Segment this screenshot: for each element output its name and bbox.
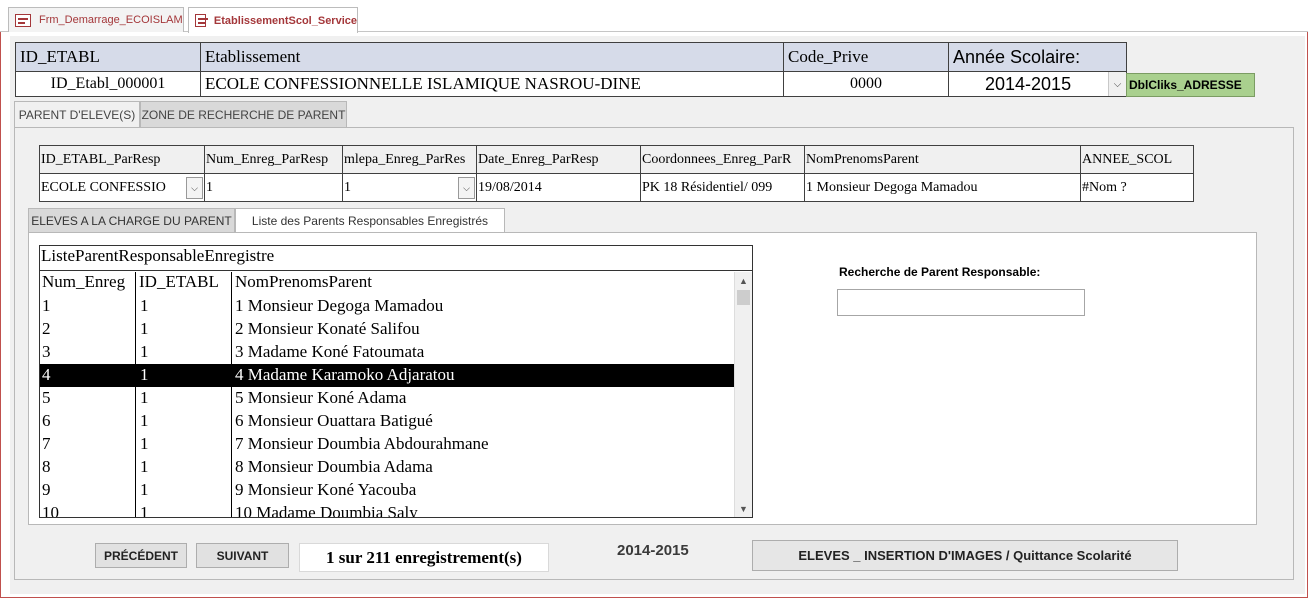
list-cell-name: 6 Monsieur Ouattara Batigué [235,411,433,430]
list-cell-name: 8 Monsieur Doumbia Adama [235,457,433,476]
list-cell-id: 1 [140,388,149,407]
list-cell-name: 3 Madame Koné Fatoumata [235,342,425,361]
doc-tab-label: Frm_Demarrage_ECOISLAM [39,14,183,26]
list-col-nomprenoms: NomPrenomsParent [235,272,372,291]
list-caption: ListeParentResponsableEnregistre [41,246,275,265]
list-scrollbar[interactable]: ▲ ▼ [734,272,752,517]
etablissement-field[interactable]: ECOLE CONFESSIONNELLE ISLAMIQUE NASROU-D… [200,71,784,97]
list-cell-name: 10 Madame Doumbia Saly [235,503,418,517]
list-cell-id: 1 [140,434,149,453]
header-col-etablissement: Etablissement [200,42,784,72]
header-col-annee-scolaire: Année Scolaire: [948,42,1127,72]
list-cell-name: 4 Madame Karamoko Adjaratou [235,365,455,384]
list-row[interactable]: 10 1 10 Madame Doumbia Saly [40,502,734,517]
form-icon [195,14,208,27]
scroll-thumb[interactable] [737,290,750,305]
list-cell-num: 1 [42,296,51,315]
form-icon [15,13,31,27]
list-cell-name: 5 Monsieur Koné Adama [235,388,407,407]
scroll-up-icon[interactable]: ▲ [735,272,752,289]
id-etabl-field[interactable]: ID_Etabl_000001 [15,71,201,97]
id-etabl-parresp-value: ECOLE CONFESSIO [41,179,166,195]
doc-tab-etablissement-service[interactable]: EtablissementScol_Service [188,7,358,33]
search-label: Recherche de Parent Responsable: [839,265,1041,279]
col-annee-scol: ANNEE_SCOL [1080,145,1194,174]
list-row[interactable]: 3 1 3 Madame Koné Fatoumata [40,341,734,364]
list-col-id-etabl: ID_ETABL [139,272,219,291]
tab-parent-eleves[interactable]: PARENT D'ELEVE(S) [14,101,140,128]
list-cell-num: 2 [42,319,51,338]
previous-button[interactable]: PRÉCÉDENT [95,543,187,568]
list-cell-id: 1 [140,319,149,338]
code-prive-field[interactable]: 0000 [783,71,949,97]
list-cell-name: 2 Monsieur Konaté Salifou [235,319,420,338]
nomprenoms-parent-field[interactable]: 1 Monsieur Degoga Mamadou [804,173,1081,202]
coordonnees-enreg-field[interactable]: PK 18 Résidentiel/ 099 [640,173,805,202]
header-col-code-prive: Code_Prive [783,42,949,72]
col-coordonnees-enreg: Coordonnees_Enreg_ParR [640,145,805,174]
list-cell-num: 4 [42,365,51,384]
tab-eleves-charge-parent[interactable]: ELEVES A LA CHARGE DU PARENT [28,208,235,232]
list-col-num-enreg: Num_Enreg [42,272,126,291]
mlepa-enreg-value: 1 [344,179,351,195]
list-cell-num: 9 [42,480,51,499]
col-date-enreg-parresp: Date_Enreg_ParResp [476,145,641,174]
col-nomprenoms-parent: NomPrenomsParent [804,145,1081,174]
list-row[interactable]: 6 1 6 Monsieur Ouattara Batigué [40,410,734,433]
list-row[interactable]: 2 1 2 Monsieur Konaté Salifou [40,318,734,341]
chevron-down-icon[interactable]: ⌵ [1108,72,1126,96]
list-cell-id: 1 [140,503,149,517]
scroll-down-icon[interactable]: ▼ [735,500,752,517]
chevron-down-icon[interactable]: ⌵ [186,177,203,199]
list-cell-id: 1 [140,342,149,361]
list-cell-id: 1 [140,296,149,315]
doc-tab-frm-demarrage[interactable]: Frm_Demarrage_ECOISLAM [8,7,184,32]
list-cell-id: 1 [140,457,149,476]
annee-scolaire-combo[interactable]: 2014-2015 ⌵ [948,71,1127,97]
annee-scolaire-value: 2014-2015 [985,74,1072,94]
list-cell-id: 1 [140,365,149,384]
annee-scol-field[interactable]: #Nom ? [1080,173,1194,202]
list-row[interactable]: 7 1 7 Monsieur Doumbia Abdourahmane [40,433,734,456]
list-cell-id: 1 [140,480,149,499]
chevron-down-icon[interactable]: ⌵ [458,177,475,199]
list-cell-num: 10 [42,503,59,517]
list-cell-num: 8 [42,457,51,476]
dblclik-adresse-button[interactable]: DblCliks_ADRESSE [1126,73,1255,97]
footer-year: 2014-2015 [617,542,689,559]
list-row[interactable]: 1 1 1 Monsieur Degoga Mamadou [40,295,734,318]
tab-liste-parents-responsables[interactable]: Liste des Parents Responsables Enregistr… [235,208,505,233]
col-id-etabl-parresp: ID_ETABL_ParResp [39,145,205,174]
col-num-enreg-parresp: Num_Enreg_ParResp [204,145,343,174]
mlepa-enreg-combo[interactable]: 1 ⌵ [342,173,477,202]
list-row[interactable]: 4 1 4 Madame Karamoko Adjaratou [40,364,734,387]
header-col-id-etabl: ID_ETABL [15,42,201,72]
col-mlepa-enreg-parres: mlepa_Enreg_ParRes [342,145,477,174]
list-cell-name: 7 Monsieur Doumbia Abdourahmane [235,434,489,453]
list-cell-num: 3 [42,342,51,361]
doc-tab-label: EtablissementScol_Service [213,14,357,27]
list-row[interactable]: 9 1 9 Monsieur Koné Yacouba [40,479,734,502]
list-cell-num: 5 [42,388,51,407]
list-cell-num: 7 [42,434,51,453]
next-button[interactable]: SUIVANT [196,543,289,568]
list-cell-num: 6 [42,411,51,430]
list-cell-name: 9 Monsieur Koné Yacouba [235,480,417,499]
id-etabl-parresp-combo[interactable]: ECOLE CONFESSIO ⌵ [39,173,205,202]
list-row[interactable]: 8 1 8 Monsieur Doumbia Adama [40,456,734,479]
date-enreg-parresp-field[interactable]: 19/08/2014 [476,173,641,202]
list-row[interactable]: 5 1 5 Monsieur Koné Adama [40,387,734,410]
list-cell-id: 1 [140,411,149,430]
list-header-divider [39,270,753,271]
record-count: 1 sur 211 enregistrement(s) [299,543,549,572]
search-input[interactable] [837,289,1085,316]
num-enreg-parresp-field[interactable]: 1 [204,173,343,202]
tab-zone-recherche-parent[interactable]: ZONE DE RECHERCHE DE PARENT [140,101,347,127]
eleves-insertion-images-button[interactable]: ELEVES _ INSERTION D'IMAGES / Quittance … [752,540,1178,571]
list-cell-name: 1 Monsieur Degoga Mamadou [235,296,444,315]
